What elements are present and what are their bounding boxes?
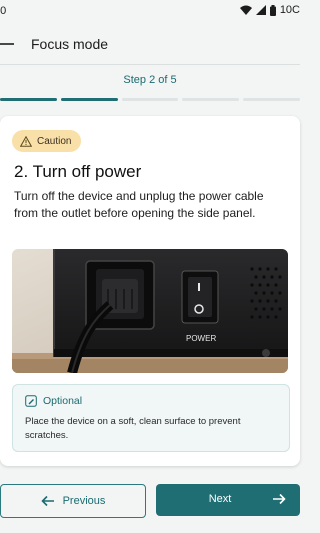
- progress-segment: [60, 98, 118, 101]
- status-time: 30: [0, 5, 7, 17]
- progress-segment: [182, 98, 240, 101]
- optional-tip: Optional Place the device on a soft, cle…: [12, 384, 290, 452]
- next-label: Next: [208, 493, 232, 505]
- status-bar: 30 10C: [0, 0, 300, 24]
- app-bar: Focus mode: [0, 24, 300, 64]
- warning-icon: [20, 135, 32, 147]
- device-photo: POWER: [12, 249, 288, 373]
- arrow-left-icon: [40, 495, 54, 507]
- progress-segment: [243, 98, 300, 101]
- header-divider: [0, 64, 300, 65]
- page-title: Focus mode: [31, 36, 109, 52]
- caution-badge: Caution: [12, 130, 82, 152]
- status-icons: 10C: [239, 4, 300, 16]
- next-button[interactable]: Next: [156, 484, 300, 516]
- step-instructions: Turn off the device and unplug the power…: [14, 189, 264, 220]
- progress-bar: [0, 98, 300, 101]
- caution-label: Caution: [37, 135, 72, 147]
- battery-text: 10C: [279, 4, 300, 16]
- previous-button[interactable]: Previous: [0, 484, 146, 518]
- tip-header: Optional: [25, 395, 82, 407]
- back-button[interactable]: [0, 32, 18, 56]
- step-counter: Step 2 of 5: [123, 74, 177, 86]
- power-label: POWER: [186, 334, 216, 343]
- battery-icon: [269, 4, 276, 16]
- pencil-note-icon: [25, 395, 37, 407]
- signal-icon: [255, 5, 266, 15]
- tip-body: Place the device on a soft, clean surfac…: [25, 416, 241, 441]
- arrow-right-icon: [273, 493, 286, 505]
- wifi-icon: [239, 5, 252, 15]
- arrow-back-icon: [0, 43, 14, 45]
- previous-label: Previous: [62, 495, 106, 507]
- progress-segment: [0, 98, 57, 101]
- progress-segment: [121, 98, 179, 101]
- step-title: 2. Turn off power: [14, 162, 142, 181]
- tip-title: Optional: [43, 395, 83, 407]
- step-card: Caution 2. Turn off power Turn off the d…: [0, 116, 300, 466]
